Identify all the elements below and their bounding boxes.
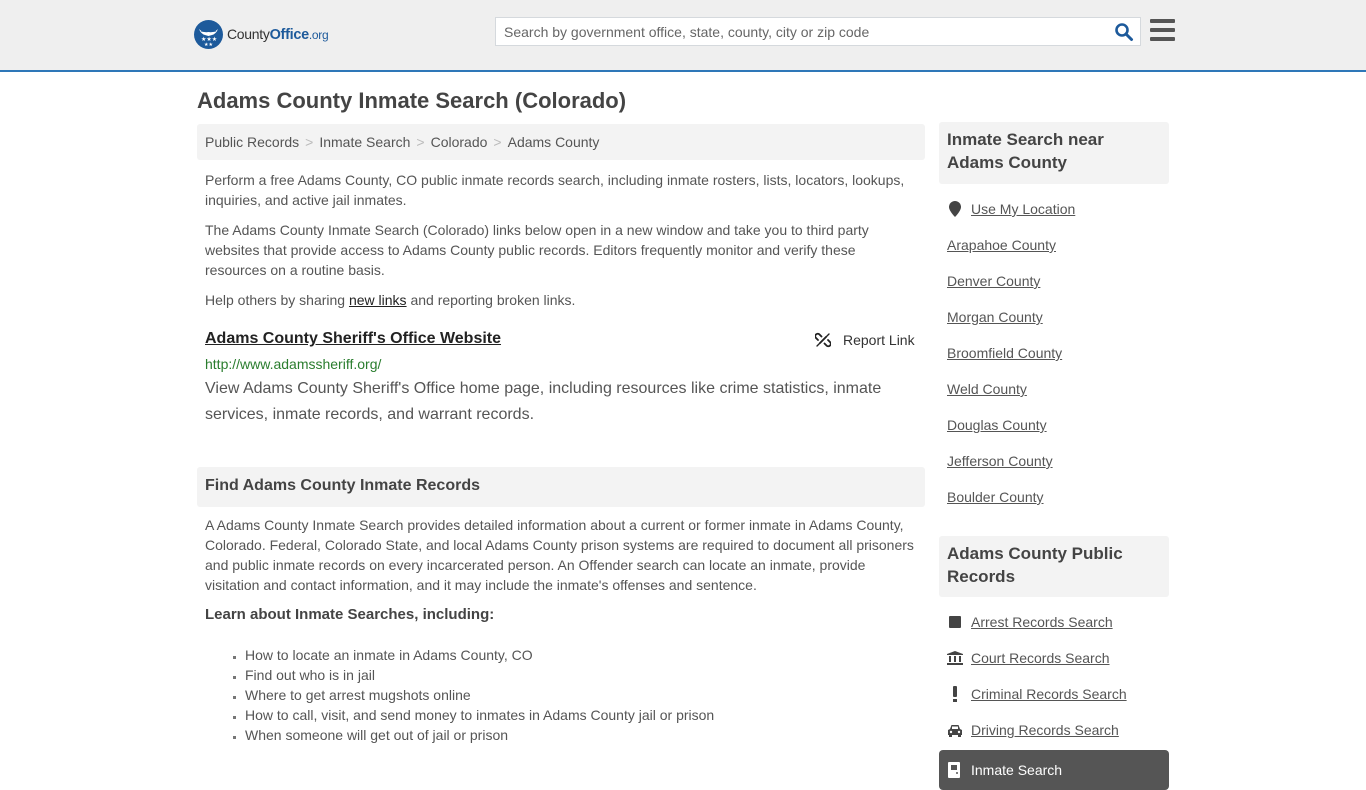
breadcrumb-inmate-search[interactable]: Inmate Search <box>319 134 410 150</box>
driving-records-link[interactable]: Driving Records Search <box>971 722 1119 738</box>
breadcrumb-separator: > <box>416 134 425 150</box>
logo-text: CountyOffice.org <box>227 26 329 43</box>
menu-icon-bar <box>1150 37 1175 41</box>
nearby-county-link[interactable]: Douglas County <box>947 417 1047 433</box>
breadcrumb-public-records[interactable]: Public Records <box>205 134 299 150</box>
square-icon <box>947 614 963 630</box>
use-my-location: Use My Location <box>947 201 1075 217</box>
sidebar-item-criminal-records: Criminal Records Search <box>947 686 1127 702</box>
search-icon <box>1115 23 1133 41</box>
search-button[interactable] <box>1114 22 1134 42</box>
new-links-link[interactable]: new links <box>349 292 407 308</box>
public-records-heading: Adams County Public Records <box>939 536 1169 597</box>
nearby-county-link[interactable]: Morgan County <box>947 309 1043 325</box>
criminal-records-link[interactable]: Criminal Records Search <box>971 686 1127 702</box>
sidebar-item-driving-records: Driving Records Search <box>947 722 1119 738</box>
court-records-link[interactable]: Court Records Search <box>971 650 1110 666</box>
nearby-county-link[interactable]: Broomfield County <box>947 345 1062 361</box>
breadcrumb-separator: > <box>493 134 502 150</box>
nearby-heading: Inmate Search near Adams County <box>939 122 1169 184</box>
find-records-heading: Find Adams County Inmate Records <box>197 467 925 507</box>
search-input[interactable] <box>496 18 1106 45</box>
site-header: ★★★ ★★ CountyOffice.org <box>0 0 1366 72</box>
svg-text:★★: ★★ <box>204 42 213 48</box>
map-pin-icon <box>947 201 963 217</box>
list-item: When someone will get out of jail or pri… <box>245 725 714 745</box>
nearby-county-link[interactable]: Jefferson County <box>947 453 1053 469</box>
breadcrumb-adams-county[interactable]: Adams County <box>508 134 600 150</box>
sidebar-item-arrest-records: Arrest Records Search <box>947 614 1113 630</box>
disclaimer-paragraph: The Adams County Inmate Search (Colorado… <box>205 222 869 278</box>
share-links-paragraph: Help others by sharing new links and rep… <box>205 292 576 308</box>
eagle-logo-icon: ★★★ ★★ <box>194 20 223 49</box>
result-title-link[interactable]: Adams County Sheriff's Office Website <box>205 330 501 348</box>
breadcrumb: Public Records > Inmate Search > Colorado > Ad… <box>197 124 925 160</box>
list-item: How to call, visit, and send money to in… <box>245 705 714 725</box>
list-item: Find out who is in jail <box>245 665 714 685</box>
inmate-search-label: Inmate Search <box>971 762 1063 778</box>
exclamation-icon <box>947 686 963 702</box>
result-url: http://www.adamssheriff.org/ <box>205 356 382 372</box>
breadcrumb-colorado[interactable]: Colorado <box>431 134 488 150</box>
page-title: Adams County Inmate Search (Colorado) <box>197 88 627 113</box>
search-bar <box>495 17 1141 46</box>
menu-icon-bar <box>1150 19 1175 23</box>
report-link-label: Report Link <box>843 332 915 348</box>
learn-heading: Learn about Inmate Searches, including: <box>205 606 495 623</box>
nearby-county-link[interactable]: Boulder County <box>947 489 1044 505</box>
use-my-location-link[interactable]: Use My Location <box>971 201 1075 217</box>
courthouse-icon <box>947 650 963 666</box>
sidebar-item-court-records: Court Records Search <box>947 650 1110 666</box>
list-item: How to locate an inmate in Adams County,… <box>245 645 714 665</box>
jail-door-icon <box>947 762 963 778</box>
sidebar-item-inmate-search-active[interactable]: Inmate Search <box>939 750 1169 790</box>
result-description: View Adams County Sheriff's Office home … <box>205 380 882 423</box>
intro-paragraph: Perform a free Adams County, CO public i… <box>205 172 905 208</box>
find-records-paragraph: A Adams County Inmate Search provides de… <box>205 517 914 593</box>
site-logo[interactable]: ★★★ ★★ CountyOffice.org <box>194 20 329 49</box>
nearby-county-link[interactable]: Denver County <box>947 273 1040 289</box>
hamburger-menu-button[interactable] <box>1150 19 1175 42</box>
nearby-county-link[interactable]: Weld County <box>947 381 1027 397</box>
nearby-county-link[interactable]: Arapahoe County <box>947 237 1056 253</box>
learn-list: How to locate an inmate in Adams County,… <box>245 645 714 745</box>
menu-icon-bar <box>1150 28 1175 32</box>
list-item: Where to get arrest mugshots online <box>245 685 714 705</box>
car-icon <box>947 722 963 738</box>
report-link-button[interactable]: Report Link <box>815 332 915 348</box>
arrest-records-link[interactable]: Arrest Records Search <box>971 614 1113 630</box>
broken-link-icon <box>815 332 831 348</box>
breadcrumb-separator: > <box>305 134 314 150</box>
